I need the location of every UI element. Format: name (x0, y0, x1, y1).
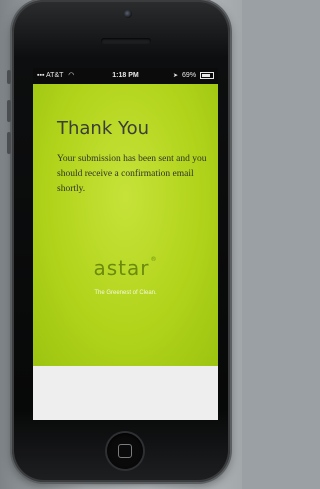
phone-screen: ▪▪▪ AT&T ◠ 1:18 PM ➤ 69% Thank You Your … (33, 68, 218, 420)
earpiece-speaker (101, 38, 151, 44)
confirmation-panel: Thank You Your submission has been sent … (33, 84, 218, 366)
registered-mark: ® (150, 256, 158, 263)
astar-logo: astar® (33, 256, 218, 280)
status-right: ➤ 69% (173, 68, 214, 84)
battery-percent: 69% (182, 72, 197, 79)
page-title: Thank You (57, 118, 150, 139)
status-bar: ▪▪▪ AT&T ◠ 1:18 PM ➤ 69% (33, 68, 218, 84)
footer-area (33, 366, 218, 420)
front-camera (124, 10, 132, 18)
home-button[interactable] (107, 433, 143, 469)
logo-text: astar (93, 256, 150, 280)
location-arrow-icon: ➤ (173, 73, 179, 79)
battery-icon (200, 71, 214, 79)
volume-up-button (7, 100, 11, 122)
home-button-icon (118, 444, 132, 458)
confirmation-message: Your submission has been sent and you sh… (57, 154, 207, 194)
volume-down-button (7, 132, 11, 154)
brand-tagline: The Greenest of Clean. (94, 290, 157, 296)
mute-switch (7, 70, 11, 84)
